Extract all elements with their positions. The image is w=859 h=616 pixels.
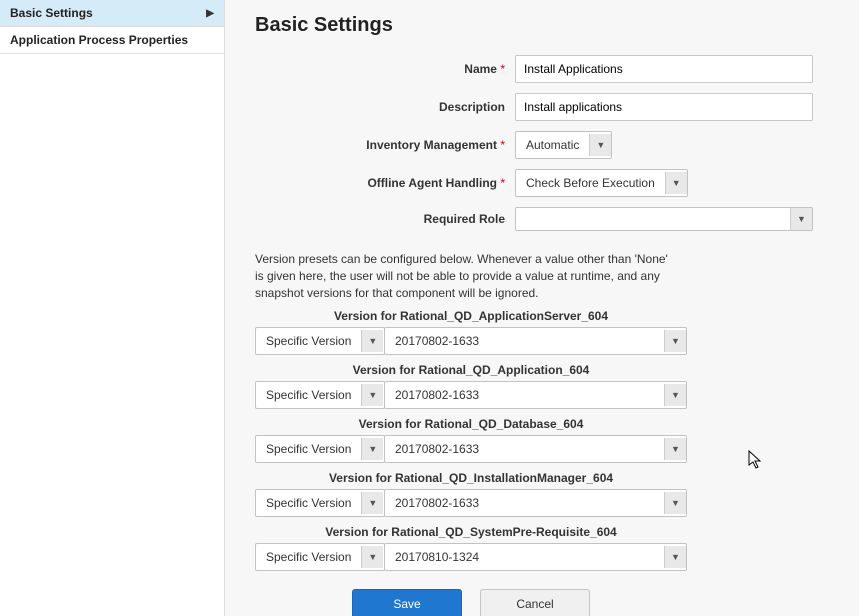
version-value-select[interactable]: 20170810-1324▼ — [384, 543, 687, 571]
version-value-select[interactable]: 20170802-1633▼ — [384, 489, 687, 517]
version-label: Version for Rational_QD_ApplicationServe… — [255, 309, 687, 323]
chevron-down-icon: ▼ — [664, 384, 686, 406]
description-input[interactable] — [515, 93, 813, 121]
chevron-down-icon: ▼ — [589, 134, 611, 156]
chevron-down-icon: ▼ — [790, 208, 812, 230]
inventory-label: Inventory Management * — [255, 138, 515, 152]
name-label: Name * — [255, 62, 515, 76]
save-button[interactable]: Save — [352, 589, 462, 616]
inventory-select[interactable]: Automatic ▼ — [515, 131, 612, 159]
cancel-button[interactable]: Cancel — [480, 589, 590, 616]
chevron-down-icon: ▼ — [361, 330, 383, 352]
offline-select[interactable]: Check Before Execution ▼ — [515, 169, 688, 197]
version-type-select[interactable]: Specific Version▼ — [255, 543, 385, 571]
chevron-down-icon: ▼ — [664, 546, 686, 568]
sidebar-item-label: Application Process Properties — [10, 33, 188, 47]
main-panel: Basic Settings Name * Description Invent… — [225, 0, 859, 616]
sidebar-item-app-process-props[interactable]: Application Process Properties — [0, 27, 224, 54]
version-label: Version for Rational_QD_SystemPre-Requis… — [255, 525, 687, 539]
role-label: Required Role — [255, 212, 515, 226]
name-input[interactable] — [515, 55, 813, 83]
chevron-down-icon: ▼ — [361, 384, 383, 406]
version-label: Version for Rational_QD_InstallationMana… — [255, 471, 687, 485]
chevron-down-icon: ▼ — [664, 330, 686, 352]
version-label: Version for Rational_QD_Application_604 — [255, 363, 687, 377]
presets-note: Version presets can be configured below.… — [255, 241, 675, 309]
page-title: Basic Settings — [255, 14, 829, 37]
sidebar-item-label: Basic Settings — [10, 6, 93, 20]
sidebar: Basic Settings ▶ Application Process Pro… — [0, 0, 225, 616]
version-value-select[interactable]: 20170802-1633▼ — [384, 381, 687, 409]
version-label: Version for Rational_QD_Database_604 — [255, 417, 687, 431]
chevron-down-icon: ▼ — [664, 492, 686, 514]
chevron-right-icon: ▶ — [206, 8, 214, 19]
version-type-select[interactable]: Specific Version▼ — [255, 489, 385, 517]
version-type-select[interactable]: Specific Version▼ — [255, 327, 385, 355]
version-type-select[interactable]: Specific Version▼ — [255, 381, 385, 409]
chevron-down-icon: ▼ — [361, 546, 383, 568]
offline-label: Offline Agent Handling * — [255, 176, 515, 190]
version-value-select[interactable]: 20170802-1633▼ — [384, 435, 687, 463]
chevron-down-icon: ▼ — [361, 438, 383, 460]
version-type-select[interactable]: Specific Version▼ — [255, 435, 385, 463]
role-select[interactable]: ▼ — [515, 207, 813, 231]
chevron-down-icon: ▼ — [664, 438, 686, 460]
chevron-down-icon: ▼ — [665, 172, 687, 194]
chevron-down-icon: ▼ — [361, 492, 383, 514]
version-value-select[interactable]: 20170802-1633▼ — [384, 327, 687, 355]
description-label: Description — [255, 100, 515, 114]
sidebar-item-basic-settings[interactable]: Basic Settings ▶ — [0, 0, 224, 27]
